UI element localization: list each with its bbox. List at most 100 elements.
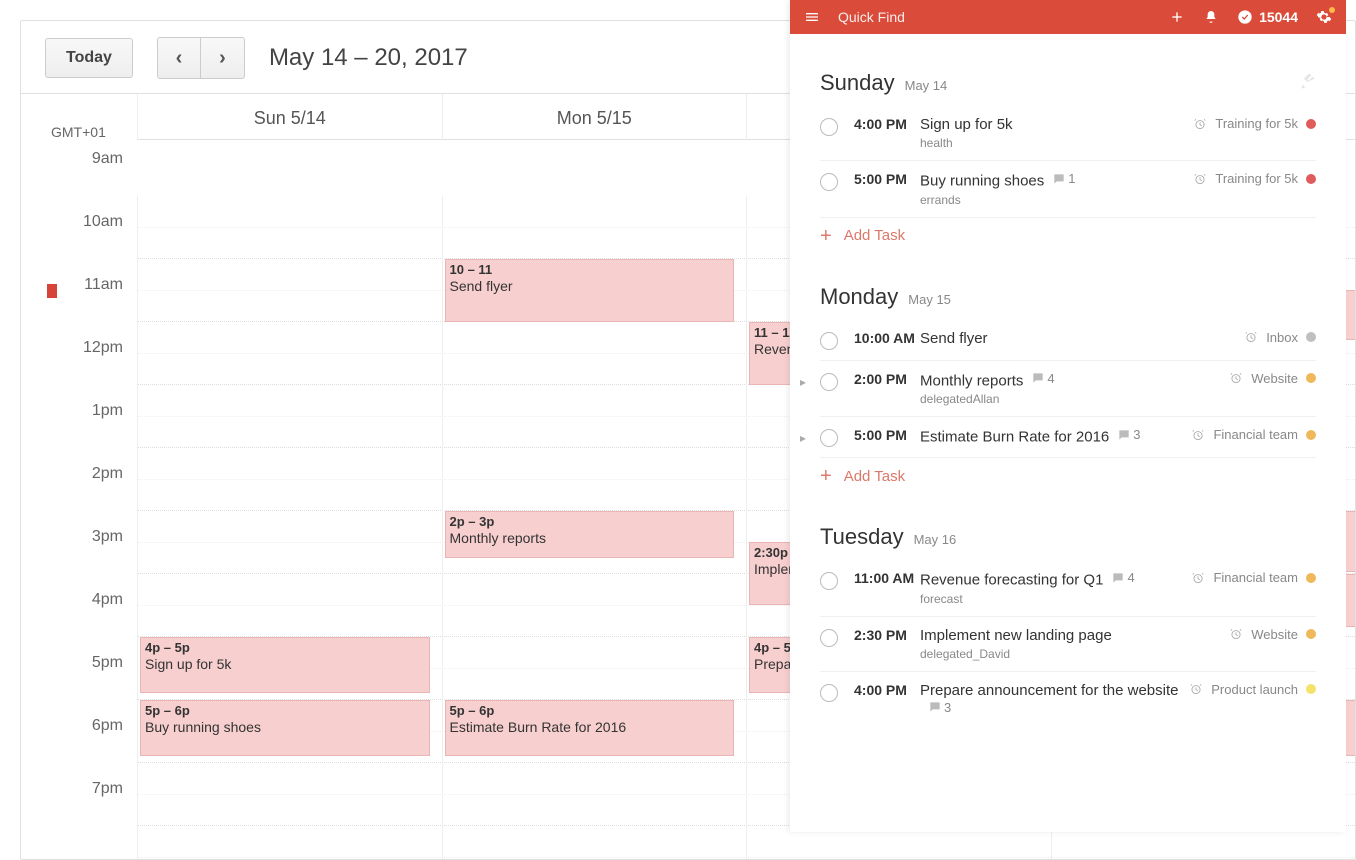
add-task-button[interactable]: +Add Task (820, 458, 1316, 488)
chevron-left-icon: ‹ (176, 47, 183, 70)
project-color-dot (1306, 373, 1316, 383)
task-row[interactable]: 5:00 PMBuy running shoes1errandsTraining… (820, 161, 1316, 218)
task-meta: Training for 5k (1193, 116, 1316, 131)
task-row[interactable]: 4:00 PMPrepare announcement for the webs… (820, 672, 1316, 730)
task-comments[interactable]: 3 (928, 700, 951, 715)
project-color-dot (1306, 684, 1316, 694)
next-button[interactable]: › (201, 37, 245, 79)
quick-find[interactable]: Quick Find (838, 9, 905, 25)
task-checkbox[interactable] (820, 429, 838, 447)
task-comments[interactable]: 4 (1031, 371, 1054, 386)
calendar-event[interactable]: 5p – 6pEstimate Burn Rate for 2016 (445, 700, 735, 756)
day-header[interactable]: Mon 5/15 (442, 94, 747, 140)
calendar-event[interactable]: 5p – 6pBuy running shoes (140, 700, 430, 756)
karma-badge[interactable]: 15044 (1237, 9, 1298, 25)
task-row[interactable]: 11:00 AMRevenue forecasting for Q14forec… (820, 560, 1316, 617)
task-tag: errands (920, 193, 1193, 207)
task-comments[interactable]: 1 (1052, 171, 1075, 186)
task-title: Sign up for 5k (920, 116, 1013, 133)
settings-icon[interactable] (1316, 9, 1332, 25)
task-meta: Inbox (1244, 330, 1316, 345)
task-tag: health (920, 136, 1193, 150)
task-title: Monthly reports (920, 372, 1023, 389)
chevron-right-icon[interactable]: ▸ (800, 431, 806, 445)
task-checkbox[interactable] (820, 373, 838, 391)
task-meta: Website (1229, 627, 1316, 642)
chevron-right-icon[interactable]: ▸ (800, 375, 806, 389)
chevron-right-icon: › (219, 47, 226, 70)
task-row[interactable]: ▸5:00 PMEstimate Burn Rate for 20163Fina… (820, 417, 1316, 458)
task-title: Prepare announcement for the website (920, 682, 1179, 699)
task-project[interactable]: Financial team (1213, 427, 1298, 442)
task-time: 4:00 PM (854, 116, 920, 132)
task-checkbox[interactable] (820, 629, 838, 647)
task-title: Send flyer (920, 330, 988, 347)
task-comments[interactable]: 4 (1111, 570, 1134, 585)
day-heading: SundayMay 14 (820, 70, 1316, 96)
task-meta: Website (1229, 371, 1316, 386)
task-time: 4:00 PM (854, 682, 920, 698)
day-options-icon[interactable] (1300, 74, 1316, 95)
task-checkbox[interactable] (820, 684, 838, 702)
karma-points: 15044 (1259, 9, 1298, 25)
task-project[interactable]: Training for 5k (1215, 171, 1298, 186)
task-row[interactable]: ▸2:00 PMMonthly reports4delegatedAllanWe… (820, 361, 1316, 418)
task-project[interactable]: Website (1251, 371, 1298, 386)
task-time: 2:30 PM (854, 627, 920, 643)
hours-column: 9am10am11am12pm1pm2pm3pm4pm5pm6pm7pm (21, 150, 137, 843)
date-range: May 14 – 20, 2017 (269, 44, 468, 72)
task-checkbox[interactable] (820, 572, 838, 590)
task-project[interactable]: Product launch (1211, 682, 1298, 697)
day-header[interactable]: Sun 5/14 (137, 94, 442, 140)
plus-icon: + (820, 466, 832, 486)
today-button[interactable]: Today (45, 38, 133, 78)
day-section: TuesdayMay 16 11:00 AMRevenue forecasting… (790, 524, 1346, 747)
task-time: 10:00 AM (854, 330, 920, 346)
hour-label: 3pm (21, 528, 137, 591)
day-heading: MondayMay 15 (820, 284, 1316, 310)
task-checkbox[interactable] (820, 118, 838, 136)
todoist-body[interactable]: SundayMay 144:00 PMSign up for 5khealthT… (790, 34, 1346, 759)
project-color-dot (1306, 119, 1316, 129)
project-color-dot (1306, 174, 1316, 184)
task-checkbox[interactable] (820, 173, 838, 191)
task-time: 11:00 AM (854, 570, 920, 586)
hour-label: 7pm (21, 780, 137, 843)
task-project[interactable]: Training for 5k (1215, 116, 1298, 131)
task-project[interactable]: Website (1251, 627, 1298, 642)
task-time: 2:00 PM (854, 371, 920, 387)
hour-label: 9am (21, 150, 137, 213)
prev-button[interactable]: ‹ (157, 37, 201, 79)
menu-icon[interactable] (804, 9, 820, 25)
calendar-event[interactable]: 4p – 5pSign up for 5k (140, 637, 430, 693)
calendar-event[interactable]: 2p – 3pMonthly reports (445, 511, 735, 558)
task-row[interactable]: 2:30 PMImplement new landing pagedelegat… (820, 617, 1316, 672)
day-heading: TuesdayMay 16 (820, 524, 1316, 550)
add-task-button[interactable]: +Add Task (820, 218, 1316, 248)
notifications-icon[interactable] (1203, 9, 1219, 25)
task-row[interactable]: 10:00 AMSend flyer Inbox (820, 320, 1316, 361)
hour-label: 12pm (21, 339, 137, 402)
todoist-panel: Quick Find 15044 SundayMay 144:00 PMSign… (790, 0, 1346, 832)
hour-label: 2pm (21, 465, 137, 528)
task-checkbox[interactable] (820, 332, 838, 350)
calendar-event[interactable]: 10 – 11Send flyer (445, 259, 735, 322)
hour-label: 6pm (21, 717, 137, 780)
task-tag: delegatedAllan (920, 392, 1229, 406)
task-time: 5:00 PM (854, 171, 920, 187)
task-project[interactable]: Inbox (1266, 330, 1298, 345)
task-row[interactable]: 4:00 PMSign up for 5k health Training for … (820, 106, 1316, 161)
add-icon[interactable] (1169, 9, 1185, 25)
task-title: Revenue forecasting for Q1 (920, 572, 1103, 589)
settings-notification-dot (1329, 7, 1335, 13)
nav-buttons: ‹ › (157, 37, 245, 79)
task-comments[interactable]: 3 (1117, 427, 1140, 442)
timezone-label: GMT+01 (51, 124, 106, 140)
task-project[interactable]: Financial team (1213, 570, 1298, 585)
day-name: Monday (820, 284, 898, 310)
day-date: May 14 (905, 78, 948, 93)
task-tag: delegated_David (920, 647, 1229, 661)
day-name: Tuesday (820, 524, 904, 550)
todoist-header: Quick Find 15044 (790, 0, 1346, 34)
now-indicator (47, 284, 57, 298)
